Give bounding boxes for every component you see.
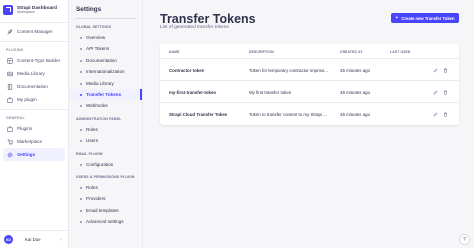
layout-icon: [7, 57, 13, 64]
settings-subnav: Settings GLOBAL SETTINGS Overview API To…: [69, 0, 143, 248]
trash-icon[interactable]: [442, 111, 448, 117]
subnav-item-api-tokens[interactable]: API Tokens: [69, 43, 142, 54]
nav-section-plugins: PLUGINS: [6, 48, 24, 52]
chevron-left-icon[interactable]: ‹: [58, 237, 64, 243]
column-header-created-at[interactable]: CREATED AT: [340, 50, 363, 54]
nav-label: Media Library: [17, 71, 45, 76]
column-header-description[interactable]: DESCRIPTION: [249, 50, 274, 54]
table-header: NAME DESCRIPTION CREATED AT LAST USED: [160, 44, 459, 59]
column-header-name[interactable]: NAME: [169, 50, 180, 54]
main-nav: Strapi Dashboard Workspace Content Manag…: [0, 0, 69, 248]
nav-item-content-manager[interactable]: Content Manager: [3, 25, 65, 38]
strapi-logo-icon: [3, 5, 13, 15]
question-icon[interactable]: ?: [459, 234, 470, 245]
page-title: Transfer Tokens: [160, 12, 256, 26]
subnav-item-admin-users[interactable]: Users: [69, 135, 142, 146]
subnav-item-admin-roles[interactable]: Roles: [69, 124, 142, 135]
subnav-item-email-configuration[interactable]: Configuration: [69, 159, 142, 170]
token-created-at: 45 minutes ago: [340, 68, 371, 73]
subnav-item-up-roles[interactable]: Roles: [69, 182, 142, 193]
feather-icon: [7, 28, 13, 35]
nav-divider: [0, 41, 68, 42]
nav-divider: [0, 109, 68, 110]
gear-icon: [7, 152, 13, 158]
main-content: Transfer Tokens List of generated transf…: [143, 0, 474, 248]
nav-divider: [0, 22, 68, 23]
user-name: Kai Doe: [25, 237, 41, 242]
transfer-tokens-table: NAME DESCRIPTION CREATED AT LAST USED Co…: [160, 44, 459, 125]
nav-item-plugins[interactable]: Plugins: [3, 122, 65, 135]
subnav-section-global: GLOBAL SETTINGS: [76, 25, 112, 29]
table-row[interactable]: Strapi Cloud Transfer Token Token to tra…: [160, 103, 459, 125]
nav-item-media-library[interactable]: Media Library: [3, 67, 65, 80]
table-row[interactable]: my-first-transfer-token My first transfe…: [160, 81, 459, 103]
nav-item-settings[interactable]: Settings: [3, 148, 65, 161]
subnav-title: Settings: [76, 6, 102, 13]
nav-item-content-type-builder[interactable]: Content-Type Builder: [3, 54, 65, 67]
subnav-item-overview[interactable]: Overview: [69, 32, 142, 43]
token-created-at: 46 minutes ago: [340, 112, 371, 117]
image-icon: [7, 71, 13, 77]
nav-label: Settings: [17, 152, 36, 157]
subnav-item-advanced-settings[interactable]: Advanced settings: [69, 216, 142, 227]
nav-item-documentation[interactable]: Documentation: [3, 80, 65, 93]
brand[interactable]: Strapi Dashboard Workspace: [0, 0, 68, 20]
token-description: Token to transfer content to my Strapi .…: [249, 112, 327, 117]
pencil-icon[interactable]: [432, 89, 438, 95]
user-menu[interactable]: KD Kai Doe ‹: [0, 230, 69, 248]
nav-label: My plugin: [17, 97, 37, 102]
subnav-item-media-library[interactable]: Media Library: [69, 78, 142, 89]
subnav-section-admin: ADMINISTRATION PANEL: [76, 116, 122, 121]
table-row[interactable]: Contractor token Token for temporary con…: [160, 59, 459, 81]
subnav-item-webhooks[interactable]: Webhooks: [69, 100, 142, 111]
subnav-item-documentation[interactable]: Documentation: [69, 55, 142, 66]
puzzle-icon: [7, 125, 13, 132]
column-header-last-used[interactable]: LAST USED: [390, 50, 410, 54]
nav-label: Documentation: [17, 84, 48, 89]
token-name: Contractor token: [169, 68, 205, 73]
nav-item-my-plugin[interactable]: My plugin: [3, 93, 65, 106]
nav-label: Content-Type Builder: [17, 58, 61, 63]
plus-icon: +: [395, 15, 399, 21]
avatar: KD: [4, 235, 13, 244]
pencil-icon[interactable]: [432, 111, 438, 117]
nav-label: Content Manager: [17, 29, 53, 34]
token-description: Token for temporary contractor improvi..…: [249, 68, 328, 73]
token-description: My first transfer token: [249, 90, 292, 95]
pencil-icon[interactable]: [432, 67, 438, 73]
subnav-item-providers[interactable]: Providers: [69, 193, 142, 204]
brand-subtitle: Workspace: [17, 9, 35, 14]
shopping-cart-icon: [7, 138, 13, 145]
create-button-label: Create new Transfer Token: [401, 15, 455, 21]
nav-item-marketplace[interactable]: Marketplace: [3, 135, 65, 148]
subnav-section-users-permissions: USERS & PERMISSIONS PLUGIN: [76, 174, 135, 179]
token-name: Strapi Cloud Transfer Token: [169, 112, 228, 117]
trash-icon[interactable]: [442, 89, 448, 95]
page-subtitle: List of generated transfer tokens: [160, 25, 229, 30]
book-icon: [7, 83, 13, 90]
nav-label: Plugins: [17, 126, 33, 131]
subnav-item-internationalization[interactable]: Internationalization: [69, 66, 142, 77]
trash-icon[interactable]: [442, 67, 448, 73]
subnav-item-email-templates[interactable]: Email templates: [69, 205, 142, 216]
token-created-at: 48 minutes ago: [340, 90, 371, 95]
nav-label: Marketplace: [17, 139, 43, 144]
subnav-section-email: EMAIL PLUGIN: [76, 151, 103, 156]
subnav-item-transfer-tokens[interactable]: Transfer Tokens: [69, 88, 142, 101]
create-transfer-token-button[interactable]: + Create new Transfer Token: [391, 13, 459, 23]
token-name: my-first-transfer-token: [169, 90, 217, 95]
nav-section-general: GENERAL: [6, 116, 25, 120]
puzzle-icon: [7, 96, 13, 103]
subnav-divider: [75, 18, 136, 19]
